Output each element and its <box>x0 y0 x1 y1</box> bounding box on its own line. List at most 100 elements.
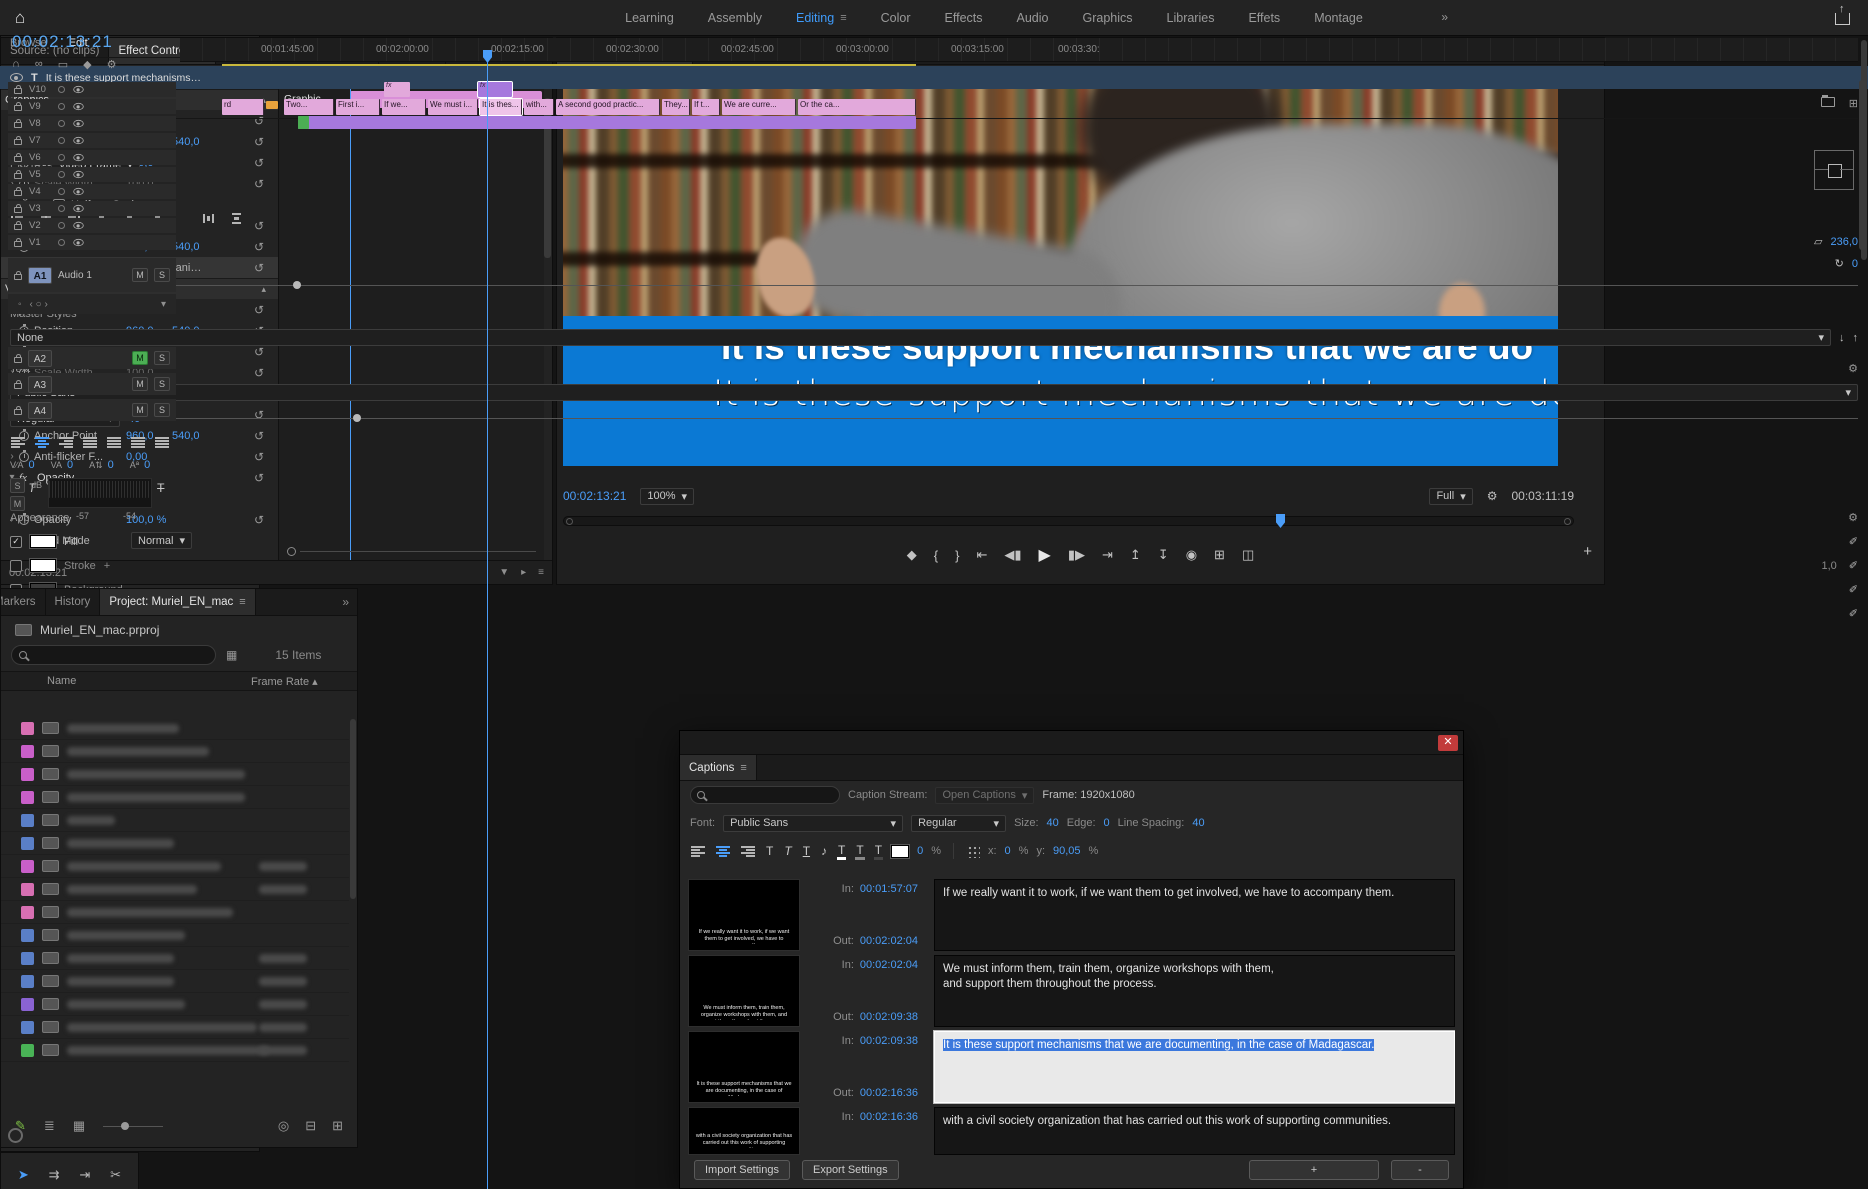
track-visibility-toggle[interactable] <box>73 86 83 93</box>
solo-button[interactable]: S <box>10 478 25 493</box>
panel-menu-icon[interactable]: ≡ <box>239 596 245 608</box>
label-color-chip[interactable] <box>21 906 34 919</box>
transform-extra-value[interactable]: 236,0 <box>1830 236 1858 248</box>
track-chip[interactable]: A4 <box>28 402 52 419</box>
remove-caption-button[interactable]: - <box>1391 1160 1449 1180</box>
project-tab-history[interactable]: History <box>46 589 101 615</box>
thumbnail-zoom-slider[interactable] <box>103 1126 163 1127</box>
layer-visibility-icon[interactable] <box>10 73 23 82</box>
label-color-chip[interactable] <box>21 860 34 873</box>
workspace-tab-audio[interactable]: Audio <box>1017 11 1049 25</box>
label-color-chip[interactable] <box>21 883 34 896</box>
track-target-toggle[interactable] <box>58 120 65 127</box>
workspace-tab-montage[interactable]: Montage <box>1314 11 1363 25</box>
new-folder-icon[interactable] <box>1821 97 1835 107</box>
close-icon[interactable]: ✕ <box>1438 735 1458 751</box>
x-value[interactable]: 0 <box>1005 845 1011 857</box>
label-color-chip[interactable] <box>21 929 34 942</box>
justify-last-right-button[interactable] <box>130 436 146 449</box>
lock-icon[interactable] <box>14 207 22 213</box>
lock-icon[interactable] <box>14 224 22 230</box>
track-header-v8[interactable]: V8 <box>8 116 176 131</box>
project-item[interactable] <box>1 809 349 832</box>
caption-clip[interactable]: We must i... <box>428 99 478 115</box>
caption-clip[interactable]: A second good practic... <box>556 99 660 115</box>
caption-clip[interactable]: Or the ca... <box>798 99 916 115</box>
style-download-icon[interactable]: ↓ <box>1839 332 1845 344</box>
caption-font-dropdown[interactable]: Public Sans▾ <box>723 815 903 832</box>
track-target-toggle[interactable] <box>58 171 65 178</box>
solo-button[interactable]: S <box>154 377 170 391</box>
workspace-overflow-icon[interactable]: » <box>1441 10 1448 24</box>
pin-diagram-widget[interactable] <box>1814 150 1854 190</box>
label-color-chip[interactable] <box>21 768 34 781</box>
label-color-chip[interactable] <box>21 1021 34 1034</box>
track-header-a2[interactable]: A2MS <box>8 347 176 369</box>
stroke-checkbox[interactable] <box>10 560 22 572</box>
label-color-chip[interactable] <box>21 998 34 1011</box>
column-name[interactable]: Name <box>1 675 76 687</box>
workspace-tab-editing[interactable]: Editing≡ <box>796 11 847 25</box>
mute-button[interactable]: M <box>132 268 148 282</box>
track-header-a4[interactable]: A4MS <box>8 399 176 421</box>
solo-button[interactable]: S <box>154 351 170 365</box>
kerning-field[interactable]: VA0 <box>51 459 73 471</box>
lock-icon[interactable] <box>14 409 22 415</box>
align-text-center-button[interactable] <box>34 436 50 449</box>
timeline-clip[interactable]: fx <box>384 82 410 97</box>
lock-icon[interactable] <box>14 156 22 162</box>
opacity-slider[interactable] <box>79 285 1858 286</box>
track-header-v10[interactable]: V10 <box>8 82 176 97</box>
track-visibility-toggle[interactable] <box>73 188 83 195</box>
dialog-titlebar[interactable]: ✕ <box>680 731 1463 755</box>
project-item[interactable] <box>1 993 349 1016</box>
lock-icon[interactable] <box>14 122 22 128</box>
background-color-button[interactable]: T <box>874 843 883 860</box>
lock-icon[interactable] <box>14 105 22 111</box>
appearance-wrench-icon[interactable]: ⚙ <box>1848 511 1858 524</box>
track-chip[interactable]: A1 <box>28 267 52 284</box>
track-target-toggle[interactable] <box>58 239 65 246</box>
project-item[interactable] <box>1 947 349 970</box>
caption-text[interactable]: It is these support mechanisms that we a… <box>934 1031 1455 1103</box>
position-grid-icon[interactable] <box>966 844 980 858</box>
snap-icon[interactable]: ∩ <box>12 58 20 71</box>
distribute-h-icon[interactable] <box>201 211 216 226</box>
project-tab-markers[interactable]: Markers <box>1 589 46 615</box>
caption-clip[interactable]: First i... <box>336 99 380 115</box>
track-header-v6[interactable]: V6 <box>8 150 176 165</box>
add-caption-button[interactable]: + <box>1249 1160 1379 1180</box>
export-share-icon[interactable] <box>1835 13 1850 25</box>
label-color-chip[interactable] <box>21 722 34 735</box>
caption-clip[interactable]: rd <box>222 99 264 115</box>
new-layer-icon[interactable]: ⊞ <box>1849 97 1858 110</box>
new-bin-icon[interactable]: ⊟ <box>305 1118 316 1134</box>
scrollbar[interactable] <box>350 719 356 899</box>
lock-icon[interactable] <box>14 190 22 196</box>
clip-marker[interactable] <box>266 101 278 109</box>
track-visibility-toggle[interactable] <box>73 154 83 161</box>
lock-icon[interactable] <box>14 241 22 247</box>
track-header-v7[interactable]: V7 <box>8 133 176 148</box>
caption-clip[interactable]: with... <box>524 99 554 115</box>
track-target-toggle[interactable] <box>58 86 65 93</box>
caption-row[interactable]: with a civil society organization that h… <box>688 1107 1455 1155</box>
workspace-tab-assembly[interactable]: Assembly <box>708 11 762 25</box>
track-header-v2[interactable]: V2 <box>8 218 176 233</box>
track-target-toggle[interactable] <box>58 137 65 144</box>
track-visibility-toggle[interactable] <box>73 137 83 144</box>
track-target-toggle[interactable] <box>58 188 65 195</box>
font-size-slider[interactable] <box>148 418 1858 419</box>
size-value[interactable]: 40 <box>1047 817 1059 829</box>
track-header-v1[interactable]: V1 <box>8 235 176 250</box>
project-item[interactable] <box>1 786 349 809</box>
justify-last-left-button[interactable] <box>82 436 98 449</box>
in-timecode[interactable]: 00:02:16:36 <box>860 1111 918 1123</box>
track-chip[interactable]: A2 <box>28 350 52 367</box>
track-target-toggle[interactable] <box>58 205 65 212</box>
label-color-chip[interactable] <box>21 745 34 758</box>
label-color-chip[interactable] <box>21 837 34 850</box>
stroke-color-swatch[interactable] <box>30 559 56 572</box>
music-note-button[interactable]: ♪ <box>820 844 828 858</box>
captions-tab[interactable]: Captions≡ <box>680 755 757 780</box>
